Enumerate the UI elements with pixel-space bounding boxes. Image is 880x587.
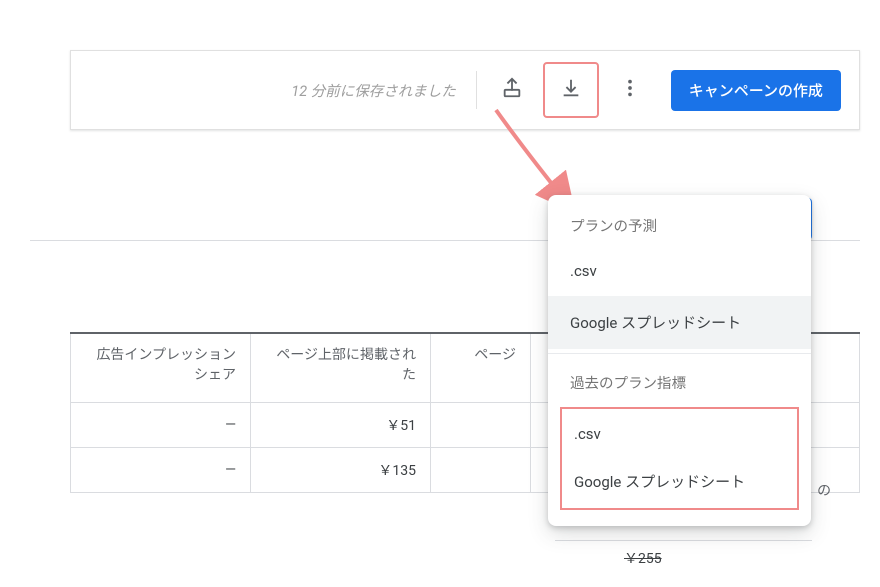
truncated-text: の [817,480,831,500]
cell-top: ￥135 [251,448,431,493]
top-toolbar: 12 分前に保存されました キャンペーンの作成 [70,50,860,130]
save-status-text: 12 分前に保存されました [291,80,455,101]
cell-page [431,403,531,448]
menu-item-history-sheets[interactable]: Google スプレッドシート [562,457,797,506]
download-menu: プランの予測 .csv Google スプレッドシート 過去のプラン指標 .cs… [548,195,811,526]
menu-divider [548,353,811,354]
cell-page [431,448,531,493]
menu-section-history: 過去のプラン指標 [548,358,811,403]
history-highlight-box: .csv Google スプレッドシート [560,407,799,510]
menu-item-history-csv[interactable]: .csv [562,411,797,457]
download-button[interactable] [543,62,599,118]
col-impression-share: 広告インプレッションシェア [71,333,251,403]
more-button[interactable] [607,67,653,113]
toolbar-separator [476,71,477,109]
menu-item-forecast-csv[interactable]: .csv [548,246,811,296]
cell-share: — [71,448,251,493]
cell-top: ￥51 [251,403,431,448]
download-icon [560,77,582,103]
cell-share: — [71,403,251,448]
col-top-of-page: ページ上部に掲載された [251,333,431,403]
upload-icon [501,77,523,103]
cut-price-fragment: ￥255 [624,548,662,568]
menu-item-forecast-sheets[interactable]: Google スプレッドシート [548,296,811,349]
col-page-partial: ページ [431,333,531,403]
more-vert-icon [619,77,641,103]
create-campaign-button[interactable]: キャンペーンの作成 [671,70,841,111]
menu-section-forecast: プランの予測 [548,201,811,246]
row-border-fragment [555,540,812,541]
share-button[interactable] [489,67,535,113]
